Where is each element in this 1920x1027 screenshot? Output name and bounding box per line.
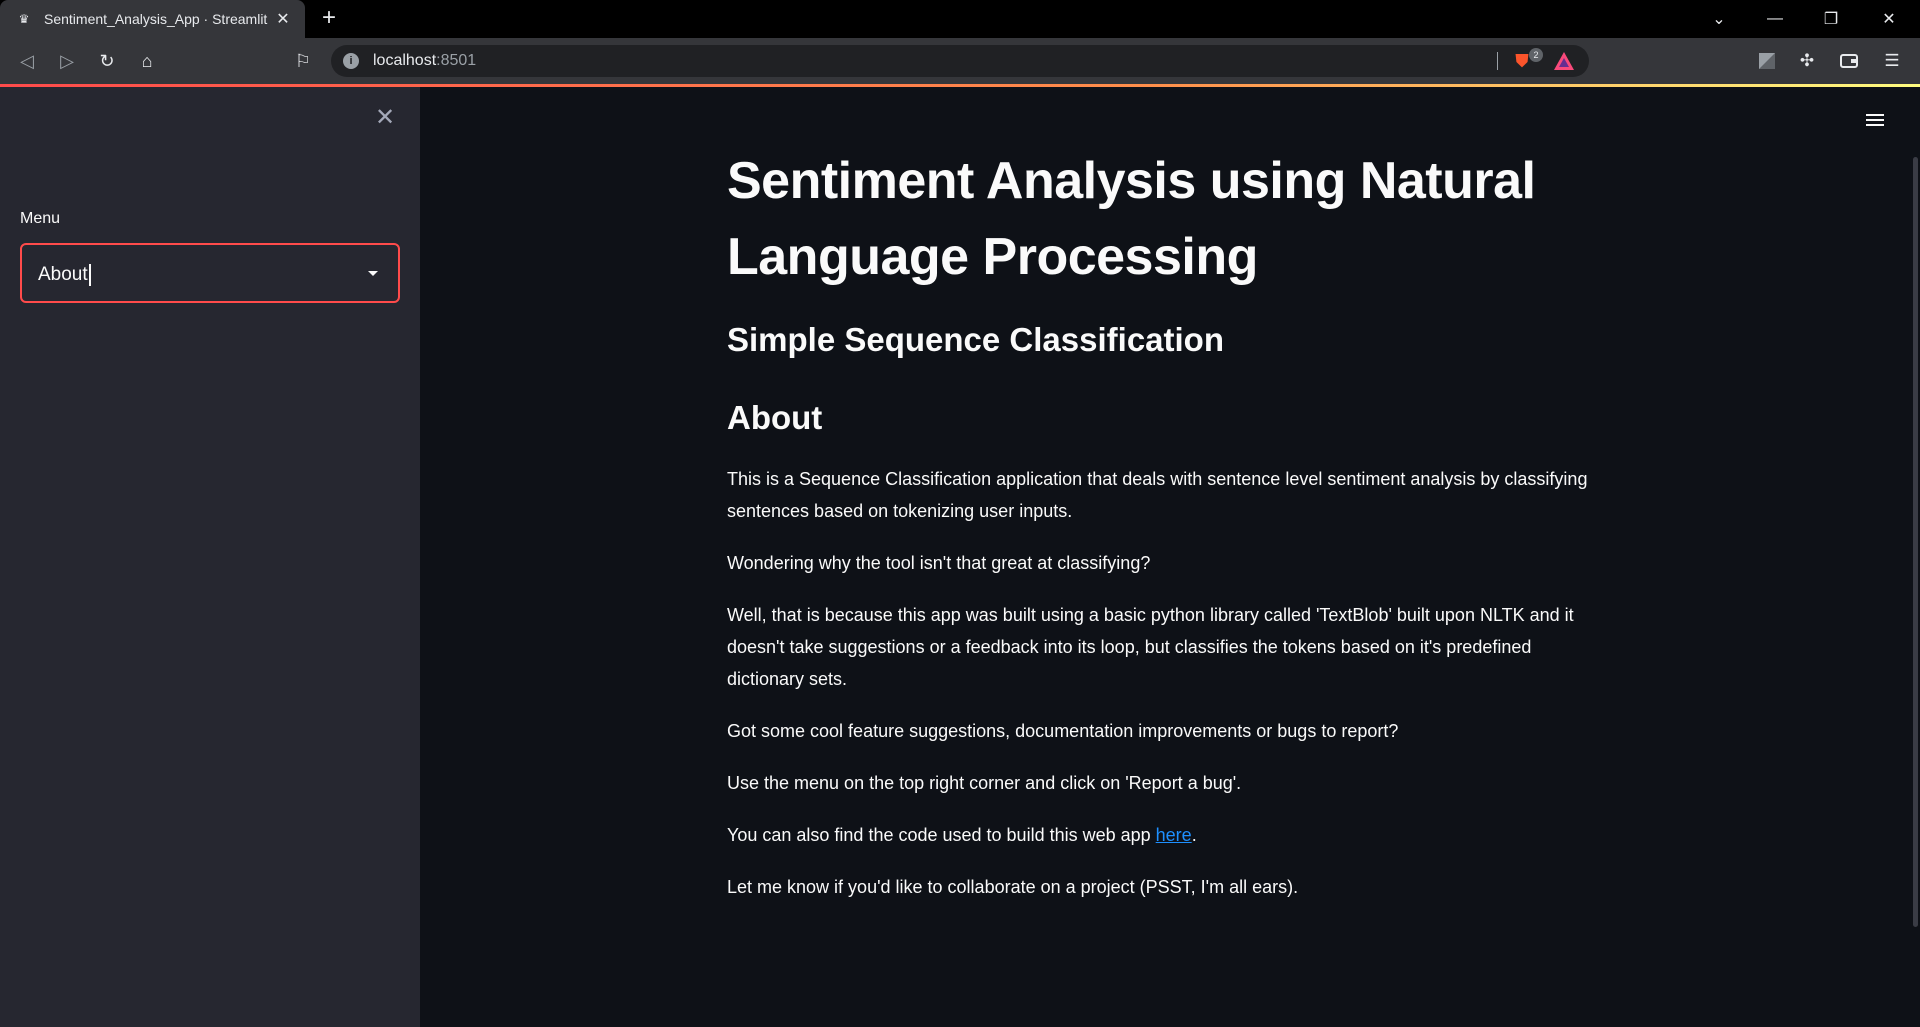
streamlit-crown-icon: ♛ — [18, 12, 30, 26]
page-title: Sentiment Analysis using Natural Languag… — [727, 152, 1536, 286]
brave-rewards-icon[interactable] — [1553, 50, 1575, 72]
browser-tab[interactable]: ♛ Sentiment_Analysis_App · Streamlit ✕ — [0, 0, 305, 38]
code-link-paragraph: You can also find the code used to build… — [727, 819, 1607, 851]
extensions-puzzle-icon[interactable]: ✣ — [1793, 47, 1821, 75]
reload-icon[interactable]: ↻ — [93, 47, 121, 75]
wallet-icon[interactable] — [1835, 47, 1863, 75]
omnibox-divider — [1497, 52, 1498, 70]
about-paragraph: Well, that is because this app was built… — [727, 605, 1574, 689]
address-bar[interactable]: i localhost:8501 ⛊ 2 — [331, 45, 1589, 77]
code-line-prefix: You can also find the code used to build… — [727, 825, 1156, 845]
close-sidebar-icon[interactable]: ✕ — [371, 104, 399, 132]
menu-select[interactable]: About — [20, 243, 400, 303]
url-host: localhost — [373, 52, 437, 69]
menu-select-value[interactable]: About — [38, 264, 91, 286]
minimize-button[interactable]: — — [1752, 0, 1798, 38]
page-subtitle: Simple Sequence Classification — [727, 321, 1224, 358]
content-block: Sentiment Analysis using Natural Languag… — [727, 143, 1607, 903]
bookmark-icon[interactable]: ⚐ — [289, 47, 317, 75]
about-paragraph: Got some cool feature suggestions, docum… — [727, 721, 1399, 741]
closing-paragraph: Let me know if you'd like to collaborate… — [727, 877, 1299, 897]
section-heading: About — [727, 399, 823, 436]
back-icon[interactable]: ◁ — [13, 47, 41, 75]
about-paragraph: This is a Sequence Classification applic… — [727, 469, 1588, 521]
chevron-down-icon[interactable] — [368, 271, 378, 276]
sidebar: ✕ Menu About — [0, 87, 420, 1027]
home-icon[interactable]: ⌂ — [133, 47, 161, 75]
main-content: Sentiment Analysis using Natural Languag… — [420, 87, 1920, 1027]
new-tab-button[interactable]: + — [316, 6, 342, 32]
tab-search-icon[interactable]: ⌄ — [1696, 0, 1742, 38]
url-text[interactable]: localhost:8501 — [373, 52, 476, 70]
code-link[interactable]: here — [1156, 825, 1192, 845]
shield-count-badge: 2 — [1529, 48, 1543, 62]
about-paragraph: Wondering why the tool isn't that great … — [727, 553, 1151, 573]
about-paragraph: Use the menu on the top right corner and… — [727, 773, 1242, 793]
tab-title: Sentiment_Analysis_App · Streamlit — [44, 11, 268, 27]
hamburger-menu-icon[interactable] — [1864, 111, 1886, 129]
code-line-suffix: . — [1191, 825, 1197, 845]
extension-icon[interactable] — [1753, 47, 1781, 75]
scrollbar[interactable] — [1913, 157, 1918, 927]
forward-icon[interactable]: ▷ — [53, 47, 81, 75]
site-info-icon[interactable]: i — [343, 53, 359, 69]
menu-label: Menu — [20, 210, 61, 227]
close-tab-icon[interactable]: ✕ — [273, 9, 293, 29]
browser-titlebar: ♛ Sentiment_Analysis_App · Streamlit ✕ +… — [0, 0, 1920, 38]
url-port: :8501 — [436, 52, 477, 69]
browser-toolbar: ◁ ▷ ↻ ⌂ ⚐ i localhost:8501 ⛊ 2 ✣ ☰ — [0, 38, 1920, 84]
close-window-button[interactable]: ✕ — [1866, 0, 1912, 38]
restore-button[interactable]: ❐ — [1808, 0, 1854, 38]
browser-menu-icon[interactable]: ☰ — [1878, 47, 1906, 75]
